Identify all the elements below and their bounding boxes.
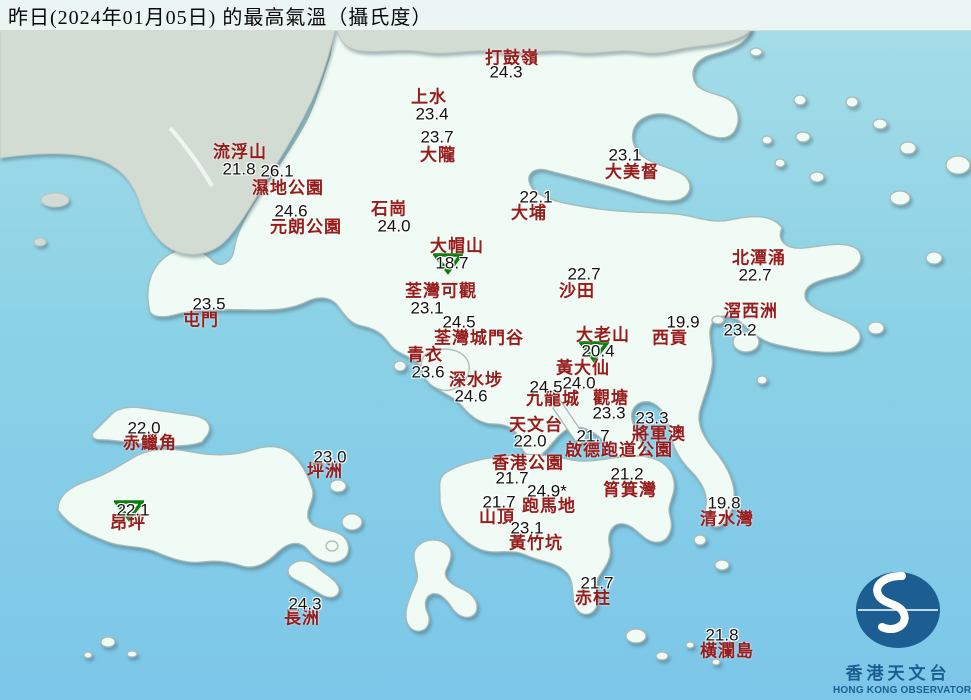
station-temp-value: 23.6	[411, 362, 445, 382]
station-temp-value: 21.7	[495, 468, 529, 488]
station-labels-layer: 打鼓嶺 24.3 上水 23.4 大隴 23.7 流浮山 21.8 濕地公園 26.1 元朗公園 24…	[0, 0, 971, 700]
station-name-label: 滘西洲	[724, 301, 778, 321]
station-temp-value: 23.1	[510, 518, 544, 538]
station-temp-value: 19.9	[666, 312, 700, 332]
station-temp-value: 24.3	[489, 62, 523, 82]
station-temp-value: 22.0	[513, 431, 547, 451]
station-name-label: 沙田	[559, 281, 595, 301]
station-name-label: 荃灣可觀	[405, 281, 477, 301]
station-temp-value: 23.2	[723, 320, 757, 340]
station-temp-value: 21.7	[576, 426, 610, 446]
station-name-label: 石崗	[371, 199, 407, 219]
station-temp-value: 22.7	[738, 265, 772, 285]
station-name-label: 元朗公園	[270, 217, 342, 237]
hko-logo-text-zh: 香港天文台	[845, 664, 951, 683]
station-temp-value: 21.8	[705, 625, 739, 645]
station-temp-value: 23.0	[313, 447, 347, 467]
station-name-label: 西貢	[652, 328, 688, 348]
station-name-label: 橫瀾島	[700, 641, 754, 661]
station-temp-value: 24.9*	[527, 481, 567, 501]
station-temp-value: 24.3	[288, 594, 322, 614]
station-temp-value: 21.2	[610, 464, 644, 484]
title-bar: 昨日(2024年01月05日) 的最高氣溫（攝氏度）	[0, 0, 971, 31]
station-temp-value: 24.5	[529, 377, 563, 397]
station-name-label: 大埔	[511, 203, 547, 223]
station-temp-value: 24.0	[377, 216, 411, 236]
station-name-label: 屯門	[183, 310, 219, 330]
station-temp-value: 20.4	[581, 341, 615, 361]
station-temp-value: 23.3	[592, 403, 626, 423]
hko-logo-icon	[856, 572, 940, 648]
station-temp-value: 26.1	[260, 161, 294, 181]
station-temp-value: 18.7	[435, 253, 469, 273]
map-title: 昨日(2024年01月05日) 的最高氣溫（攝氏度）	[8, 6, 433, 29]
station-name-label: 荃灣城門谷	[434, 328, 524, 348]
station-name-label: 濕地公園	[252, 178, 324, 198]
station-temp-value: 23.1	[410, 298, 444, 318]
station-temp-value: 23.4	[415, 104, 449, 124]
station-temp-value: 23.7	[420, 127, 454, 147]
station-name-label: 大隴	[420, 145, 456, 165]
station-name-label: 大帽山	[430, 236, 484, 256]
station-name-label: 北潭涌	[732, 248, 786, 268]
station-temp-value: 23.1	[608, 145, 642, 165]
station-temp-value: 21.7	[482, 492, 516, 512]
station-temp-value: 24.6	[274, 201, 308, 221]
station-temp-value: 22.1	[519, 187, 553, 207]
station-temp-value: 23.3	[635, 408, 669, 428]
hko-logo: 香港天文台 HONG KONG OBSERVATORY	[833, 566, 971, 696]
station-name-label: 上水	[411, 87, 447, 107]
weather-map: 打鼓嶺 24.3 上水 23.4 大隴 23.7 流浮山 21.8 濕地公園 26.1 元朗公園 24…	[0, 0, 971, 700]
station-temp-value: 23.5	[192, 294, 226, 314]
station-temp-value: 22.1	[116, 500, 150, 520]
station-temp-value: 22.7	[567, 264, 601, 284]
station-temp-value: 21.7	[580, 573, 614, 593]
station-temp-value: 19.8	[707, 493, 741, 513]
station-temp-value: 24.6	[454, 386, 488, 406]
station-name-label: 大美督	[605, 162, 659, 182]
station-name-label: 清水灣	[700, 509, 754, 529]
hko-logo-text-en: HONG KONG OBSERVATORY	[833, 685, 971, 696]
station-temp-value: 21.8	[222, 159, 256, 179]
station-temp-value: 22.0	[127, 418, 161, 438]
station-name-label: 青衣	[407, 345, 443, 365]
station-temp-value: 24.5	[442, 312, 476, 332]
station-name-label: 筲箕灣	[603, 480, 657, 500]
station-name-label: 流浮山	[213, 142, 267, 162]
